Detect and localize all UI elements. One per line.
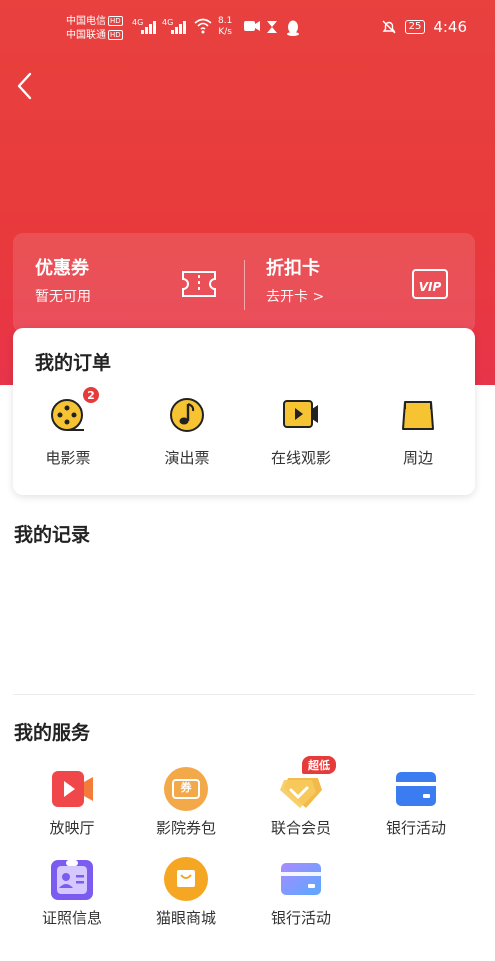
- music-note-icon: [167, 394, 207, 434]
- service-label: 联合会员: [270, 819, 331, 837]
- services-title: 我的服务: [14, 722, 91, 744]
- coupon-title: 优惠券: [35, 258, 89, 279]
- membership-tag-icon: 超低: [278, 756, 336, 812]
- bank-card-gradient-icon: [278, 856, 324, 902]
- hd-badge: HD: [108, 16, 123, 26]
- wifi-icon: [194, 18, 212, 34]
- store-bag-icon: [163, 856, 209, 902]
- records-title: 我的记录: [14, 524, 91, 546]
- coupon-icon: 券: [163, 766, 209, 812]
- strip-divider: [244, 260, 245, 310]
- order-item-merchandise[interactable]: 周边: [368, 394, 468, 468]
- video-play-icon: [49, 766, 95, 812]
- film-reel-icon: 2: [48, 386, 100, 434]
- service-label: 影院券包: [155, 819, 216, 837]
- service-label: 放映厅: [49, 819, 95, 837]
- service-bank-activity[interactable]: 银行活动: [361, 766, 471, 838]
- order-item-show-tickets[interactable]: 演出票: [137, 394, 237, 468]
- signal-bars-icon: [141, 20, 159, 34]
- service-screening-hall[interactable]: 放映厅: [17, 766, 127, 838]
- network-speed: 8.1 K/s: [218, 16, 233, 37]
- order-item-online-viewing[interactable]: 在线观影: [251, 394, 351, 468]
- hot-tag: 超低: [302, 756, 336, 774]
- discount-card-subtitle: 去开卡 >: [266, 289, 325, 305]
- bell-off-icon: [382, 20, 396, 34]
- carrier-1: 中国电信: [66, 16, 106, 27]
- discount-card-entry[interactable]: 折扣卡 去开卡 >: [266, 257, 324, 307]
- service-label: 银行活动: [270, 909, 331, 927]
- signal-bars-icon: [171, 20, 189, 34]
- order-item-label: 演出票: [164, 449, 210, 467]
- service-maoyan-store[interactable]: 猫眼商城: [131, 856, 241, 928]
- hd-badge: HD: [108, 30, 123, 40]
- service-bank-activity-2[interactable]: 银行活动: [246, 856, 356, 928]
- order-item-label: 周边: [402, 449, 433, 467]
- battery-indicator: 25: [404, 20, 426, 34]
- service-label: 银行活动: [385, 819, 446, 837]
- back-arrow-icon[interactable]: [14, 70, 38, 102]
- service-id-info[interactable]: 证照信息: [17, 856, 127, 928]
- carrier-2: 中国联通: [66, 30, 106, 41]
- order-item-label: 电影票: [45, 449, 91, 467]
- hourglass-icon: [267, 21, 277, 33]
- ticket-icon: [182, 271, 216, 297]
- status-bar: 中国电信 HD 中国联通 HD 4G 4G 8.1 K/s 25 4:46: [0, 0, 495, 56]
- video-camera-icon: [281, 394, 321, 434]
- clock: 4:46: [433, 18, 467, 36]
- carrier-info: 中国电信 HD 中国联通 HD: [66, 15, 123, 43]
- service-cinema-coupons[interactable]: 券 影院券包: [131, 766, 241, 838]
- coupon-subtitle: 暂无可用: [35, 289, 91, 305]
- service-joint-membership[interactable]: 超低 联合会员: [246, 756, 356, 838]
- section-divider: [13, 694, 475, 695]
- service-label: 猫眼商城: [155, 909, 216, 927]
- orders-title: 我的订单: [35, 352, 112, 374]
- qq-penguin-icon: [287, 20, 299, 36]
- order-item-label: 在线观影: [270, 449, 331, 467]
- bank-card-icon: [393, 766, 439, 812]
- status-right: 25 4:46: [381, 18, 467, 36]
- coupon-card-strip: 优惠券 暂无可用 折扣卡 去开卡 > VIP: [13, 233, 475, 333]
- service-label: 证照信息: [41, 909, 102, 927]
- id-card-icon: [49, 856, 95, 902]
- vip-card-icon: VIP: [412, 269, 448, 299]
- video-recorder-icon: [244, 21, 260, 31]
- order-item-movie-tickets[interactable]: 2 电影票: [18, 386, 118, 468]
- my-orders-card: 我的订单 2 电影票 演出票 在线观影 周边: [13, 328, 475, 495]
- discount-card-title: 折扣卡: [266, 258, 320, 279]
- shopping-bag-icon: [398, 394, 438, 434]
- order-badge: 2: [82, 386, 100, 404]
- coupon-entry[interactable]: 优惠券 暂无可用: [35, 257, 91, 307]
